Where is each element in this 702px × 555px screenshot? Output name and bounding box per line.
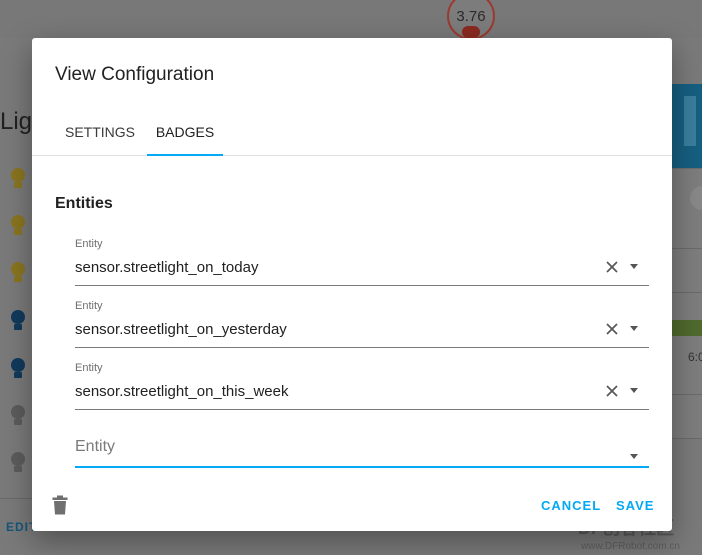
lightbulb-icon <box>10 262 26 284</box>
dialog-tabs: SETTINGS BADGES <box>32 114 672 156</box>
lightbulb-icon <box>10 452 26 474</box>
save-button[interactable]: SAVE <box>616 498 654 513</box>
background-divider <box>672 394 702 395</box>
watermark-url: www.DFRobot.com.cn <box>581 541 680 552</box>
background-toolbar <box>0 0 702 38</box>
dialog-title: View Configuration <box>55 64 215 85</box>
new-entity-field[interactable]: Entity <box>75 420 649 468</box>
dropdown-arrow-icon[interactable] <box>630 264 638 269</box>
entity-field-label: Entity <box>75 300 103 312</box>
clear-icon[interactable] <box>603 258 621 276</box>
dropdown-arrow-icon[interactable] <box>630 326 638 331</box>
cancel-button[interactable]: CANCEL <box>541 498 601 513</box>
tab-settings[interactable]: SETTINGS <box>52 114 148 156</box>
delete-icon[interactable] <box>52 495 68 515</box>
entity-field-label: Entity <box>75 362 103 374</box>
lightbulb-icon <box>10 310 26 332</box>
entity-field-value[interactable]: sensor.streetlight_on_this_week <box>75 383 288 400</box>
background-divider <box>672 438 702 439</box>
entity-field-value[interactable]: sensor.streetlight_on_yesterday <box>75 321 287 338</box>
background-divider <box>0 498 32 499</box>
badge-value: 3.76 <box>456 7 486 25</box>
background-green-bar <box>672 320 702 336</box>
background-divider <box>672 248 702 249</box>
entity-field[interactable]: Entity sensor.streetlight_on_this_week <box>75 362 649 410</box>
lightbulb-icon <box>10 168 26 190</box>
clear-icon[interactable] <box>603 320 621 338</box>
dropdown-arrow-icon[interactable] <box>630 388 638 393</box>
lightbulb-icon <box>10 215 26 237</box>
background-divider <box>672 292 702 293</box>
lightbulb-icon <box>10 358 26 380</box>
entities-section-title: Entities <box>55 195 113 212</box>
new-entity-placeholder[interactable]: Entity <box>75 438 115 456</box>
tab-badges[interactable]: BADGES <box>147 114 223 156</box>
entity-field-value[interactable]: sensor.streetlight_on_today <box>75 259 258 276</box>
dropdown-arrow-icon[interactable] <box>630 454 638 459</box>
badge-unit <box>462 26 480 38</box>
entity-field-label: Entity <box>75 238 103 250</box>
view-configuration-dialog: View Configuration SETTINGS BADGES Entit… <box>32 38 672 531</box>
lightbulb-icon <box>10 405 26 427</box>
background-blue-card-inner <box>684 96 696 146</box>
clear-icon[interactable] <box>603 382 621 400</box>
entity-field[interactable]: Entity sensor.streetlight_on_today <box>75 238 649 286</box>
background-time: 6:0 <box>688 350 702 364</box>
entity-field[interactable]: Entity sensor.streetlight_on_yesterday <box>75 300 649 348</box>
